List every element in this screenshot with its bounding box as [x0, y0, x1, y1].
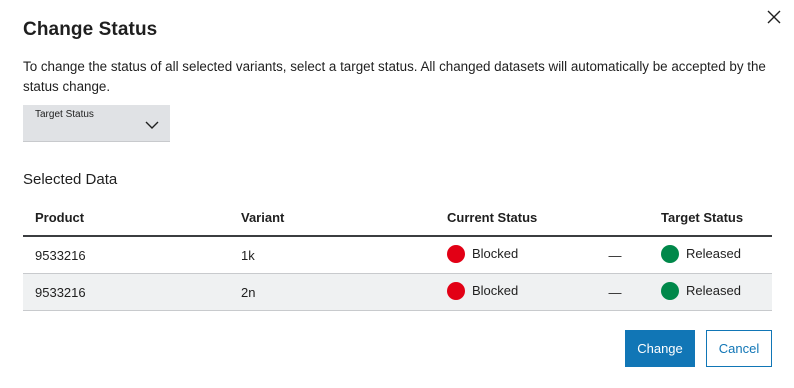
variant-cell: 1k [229, 236, 435, 274]
blocked-status-dot-icon [447, 281, 465, 300]
target-status-cell: Released [649, 273, 772, 311]
table-row: 9533216 2n Blocked — Released [23, 273, 772, 311]
target-status-cell: Released [649, 236, 772, 274]
current-status-cell: Blocked [435, 273, 581, 311]
table-row: 9533216 1k Blocked — Released [23, 236, 772, 274]
variant-cell: 2n [229, 273, 435, 311]
transition-dash: — [581, 236, 649, 274]
target-status-label: Target Status [35, 109, 94, 120]
current-status-label: Blocked [472, 283, 519, 298]
change-status-dialog: Change Status To change the status of al… [0, 0, 794, 388]
released-status-dot-icon [661, 281, 679, 300]
product-cell: 9533216 [23, 236, 229, 274]
column-header-product: Product [23, 199, 229, 237]
chevron-down-icon [145, 121, 159, 129]
target-status-label: Released [686, 283, 741, 298]
current-status-cell: Blocked [435, 236, 581, 274]
change-button[interactable]: Change [625, 330, 695, 367]
transition-dash: — [581, 273, 649, 311]
target-status-select[interactable]: Target Status [23, 105, 170, 142]
product-cell: 9533216 [23, 273, 229, 311]
released-status-dot-icon [661, 244, 679, 263]
cancel-button[interactable]: Cancel [706, 330, 772, 367]
blocked-status-dot-icon [447, 244, 465, 263]
table-header-row: Product Variant Current Status Target St… [23, 199, 772, 237]
dialog-description: To change the status of all selected var… [23, 59, 766, 94]
column-header-variant: Variant [229, 199, 435, 237]
dialog-title: Change Status [23, 19, 158, 40]
target-status-label: Released [686, 246, 741, 261]
selected-data-table: Product Variant Current Status Target St… [23, 199, 772, 311]
column-header-current-status: Current Status [435, 199, 581, 237]
column-header-arrow [581, 199, 649, 237]
current-status-label: Blocked [472, 246, 519, 261]
column-header-target-status: Target Status [649, 199, 772, 237]
close-icon [767, 10, 781, 24]
selected-data-heading: Selected Data [23, 171, 118, 188]
close-button[interactable] [764, 6, 784, 28]
